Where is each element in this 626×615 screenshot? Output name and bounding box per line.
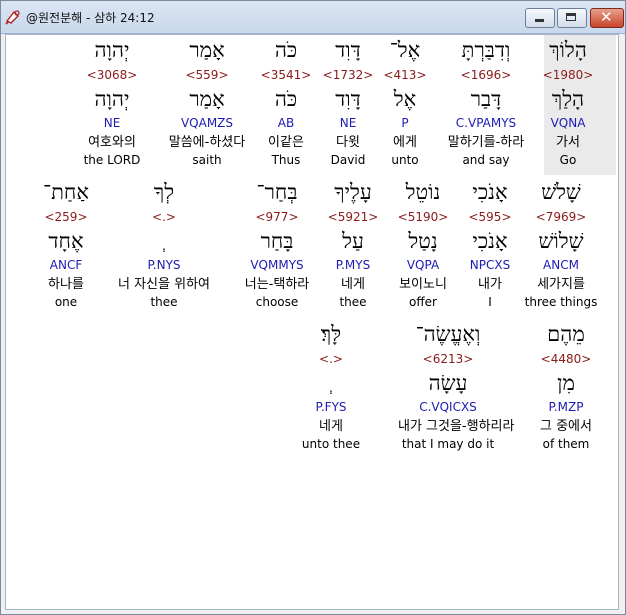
hebrew-word: וְאֶעֱשֶׂה־: [415, 322, 481, 346]
lemma-word: אֶחָד: [48, 229, 84, 253]
lemma-word: שָׁלוֹשׁ: [538, 229, 584, 253]
strong-number: <3068>: [86, 68, 138, 82]
word-column[interactable]: מֵהֶם <4480> מִן P.MZP 그 중에서 of them: [516, 323, 616, 453]
hebrew-word: לְךָ: [153, 180, 175, 204]
app-icon: [5, 10, 20, 25]
word-column[interactable]: אַחַת־ <259> אֶחָד ANCF 하나를 one: [16, 181, 116, 311]
strong-number: <1980>: [542, 68, 594, 82]
strong-number: <4480>: [540, 352, 592, 366]
hebrew-word: שָׁלֹשׁ: [541, 180, 581, 204]
strong-number: <259>: [44, 210, 88, 224]
word-column[interactable]: לְךָ <.>ְ P.NYS 너 자신을 위하여 thee: [114, 181, 214, 311]
morph-code: VQNA: [550, 116, 586, 130]
english-gloss: thee: [150, 295, 178, 309]
english-gloss: that I may do it: [401, 437, 495, 451]
word-column[interactable]: לָּךְ׃ <.>ְ P.FYS 네게 unto thee: [281, 323, 381, 453]
english-gloss: the LORD: [83, 153, 141, 167]
lemma-word: מִן: [557, 371, 575, 395]
lemma-word: ְ: [281, 372, 381, 394]
hebrew-word: הָלוֹךְ: [549, 38, 587, 62]
hebrew-word: מֵהֶם: [547, 322, 585, 346]
english-gloss: of them: [542, 437, 590, 451]
title-bar[interactable]: @원전분해 - 삼하 24:12 ✕: [1, 1, 625, 34]
hebrew-word: יְהוָה: [94, 38, 130, 62]
morph-code: C.VQICXS: [419, 400, 477, 414]
strong-number: <6213>: [422, 352, 474, 366]
minimize-button[interactable]: [525, 8, 555, 28]
verse-analysis-panel[interactable]: יְהוָה <3068> יְהוָה NE 여호와의 the LORD אָמַר <55…: [5, 34, 619, 610]
morph-code: NE: [103, 116, 121, 130]
word-column[interactable]: הָלוֹךְ <1980> הָלַךְ VQNA 가서 Go: [518, 39, 618, 169]
korean-gloss: 그 중에서: [540, 419, 592, 434]
english-gloss: unto thee: [301, 437, 361, 451]
strong-number: <7969>: [535, 210, 587, 224]
word-column[interactable]: וְאֶעֱשֶׂה־ <6213> עָשָׂה C.VQICXS 내가 그것을-행하…: [398, 322, 515, 453]
korean-gloss: 네게: [319, 419, 343, 434]
maximize-button[interactable]: [557, 8, 587, 28]
korean-gloss: 가서: [556, 135, 580, 150]
hebrew-word: אַחַת־: [43, 180, 89, 204]
app-window: @원전분해 - 삼하 24:12 ✕ יְהוָה <3068> יְהוָה NE 여…: [0, 0, 626, 615]
korean-gloss: 내가 그것을-행하리라: [398, 419, 515, 434]
english-gloss: Go: [559, 153, 577, 167]
morph-code: ANCF: [49, 258, 83, 272]
word-column[interactable]: שָׁלֹשׁ <7969> שָׁלוֹשׁ ANCM 세가지를 three thing…: [511, 181, 611, 311]
maximize-icon: [566, 13, 576, 21]
close-icon: ✕: [600, 8, 613, 26]
korean-gloss: 너 자신을 위하여: [118, 277, 210, 292]
morph-code: P.FYS: [315, 400, 347, 414]
korean-gloss: 여호와의: [88, 135, 136, 150]
minimize-icon: [535, 19, 544, 22]
hebrew-word: לָּךְ׃: [320, 322, 342, 346]
morph-code: P.MZP: [548, 400, 584, 414]
word-column[interactable]: יְהוָה <3068> יְהוָה NE 여호와의 the LORD: [62, 39, 162, 169]
lemma-word: יְהוָה: [94, 87, 130, 111]
english-gloss: one: [54, 295, 78, 309]
lemma-word: ְ: [114, 230, 214, 252]
lemma-word: עָשָׂה: [428, 371, 468, 395]
morph-code: ANCM: [543, 258, 579, 272]
morph-code: P.NYS: [147, 258, 181, 272]
window-title: @원전분해 - 삼하 24:12: [26, 11, 155, 25]
korean-gloss: 세가지를: [537, 277, 585, 292]
strong-number: <.>: [152, 210, 176, 224]
strong-number: <.>: [319, 352, 343, 366]
korean-gloss: 하나를: [48, 277, 84, 292]
close-button[interactable]: ✕: [590, 8, 624, 28]
english-gloss: three things: [524, 295, 598, 309]
lemma-word: הָלַךְ: [551, 87, 585, 111]
